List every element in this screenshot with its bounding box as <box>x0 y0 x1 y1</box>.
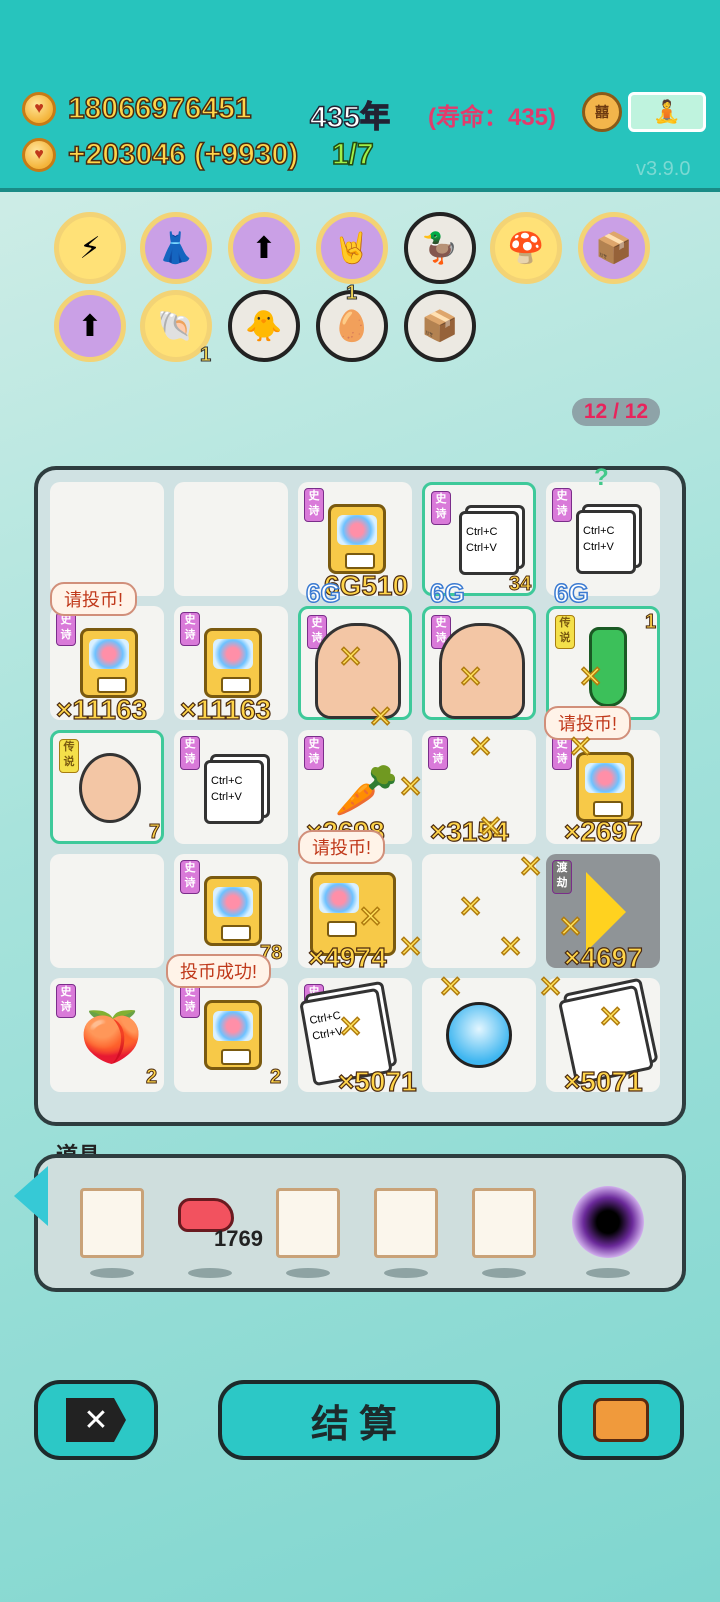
carrot-icon: 🥕 <box>334 762 399 820</box>
board-cell-peach[interactable]: 史诗 🍑 2 <box>50 978 164 1092</box>
seal-icon[interactable]: 囍 <box>582 92 622 132</box>
tool-shadow <box>586 1268 630 1278</box>
insert-coin-bubble: 请投币! <box>50 582 138 616</box>
chick-icon[interactable]: 🐥 <box>228 290 300 362</box>
epic-tag: 史诗 <box>180 860 200 894</box>
gacha-machine-icon <box>328 504 386 574</box>
skirt-icon[interactable]: 👗 <box>140 212 212 284</box>
capsule-up-icon[interactable]: ⬆ <box>54 290 126 362</box>
shell-count: 1 <box>199 344 212 367</box>
coin-icon: ♥ <box>22 92 56 126</box>
cell-value: ×11163 <box>55 693 148 725</box>
epic-tag: 史诗 <box>180 736 200 770</box>
insert-coin-bubble: 请投币! <box>298 830 386 864</box>
tool-shadow <box>90 1268 134 1278</box>
legend-tag: 传说 <box>59 739 79 773</box>
epic-tag: 史诗 <box>180 984 200 1018</box>
peach-icon: 🍑 <box>80 1009 143 1065</box>
board-cell-copy[interactable]: 史诗 Ctrl+CCtrl+V <box>174 730 288 844</box>
tent-icon[interactable] <box>276 1188 340 1258</box>
rock-hand-icon[interactable]: 🤘 <box>316 212 388 284</box>
epic-tag: 史诗 <box>552 488 572 522</box>
cell-value: ×4697 <box>563 941 643 973</box>
close-icon: ✕ <box>66 1398 126 1442</box>
tissue-box-icon[interactable]: 📦 <box>404 290 476 362</box>
crossing-tag: 渡劫 <box>552 860 572 894</box>
cell-value: ×4974 <box>307 941 387 973</box>
copy-paste-icon: Ctrl+C Ctrl+V <box>576 510 636 574</box>
epic-tag: 史诗 <box>180 612 200 646</box>
liver-count: 1769 <box>214 1226 263 1251</box>
income-rate: +203046 (+9930) <box>67 137 299 172</box>
gen-label: 6G <box>305 577 341 609</box>
board-cell-empty[interactable] <box>50 854 164 968</box>
board-cell-empty[interactable] <box>174 482 288 596</box>
gacha-machine-icon <box>204 1000 262 1070</box>
board-cell-empty[interactable] <box>50 482 164 596</box>
black-hole-icon[interactable] <box>572 1186 644 1258</box>
blue-bowl-icon <box>446 1002 512 1068</box>
refresh-briefcase-icon <box>593 1398 649 1442</box>
insert-success-bubble: 投币成功! <box>166 954 272 988</box>
copy-paste-icon: Ctrl+C Ctrl+V <box>459 511 519 575</box>
lifespan-label: (寿命：435) <box>428 104 557 131</box>
version-label: v3.9.0 <box>636 158 691 180</box>
cell-value: ×2697 <box>563 815 643 847</box>
meditate-icon: 🧘 <box>653 99 681 124</box>
mushroom-cloud-icon[interactable]: 🍄 <box>490 212 562 284</box>
copy-paste-icon[interactable] <box>374 1188 438 1258</box>
settle-label: 结算 <box>310 1403 407 1446</box>
epic-tag: 史诗 <box>428 736 448 770</box>
grid-capacity: 12 / 12 <box>572 398 660 426</box>
epic-tag: 史诗 <box>304 736 324 770</box>
tool-shadow <box>482 1268 526 1278</box>
lightning-icon[interactable]: ⚡ <box>54 212 126 284</box>
stage-progress: 1/7 <box>331 137 374 172</box>
arrow-pointer-icon <box>586 872 626 952</box>
cell-value: 2 <box>269 1066 282 1089</box>
cell-value: ×5071 <box>337 1065 417 1097</box>
gacha-machine-icon <box>204 628 262 698</box>
gacha-machine-icon <box>80 628 138 698</box>
legend-tag: 传说 <box>555 615 575 649</box>
gen-label: 6G <box>429 577 465 609</box>
printer-icon[interactable] <box>80 1188 144 1258</box>
cell-value: 2 <box>145 1066 158 1089</box>
cell-value: 7 <box>148 821 161 844</box>
cell-value: ×5071 <box>563 1065 643 1097</box>
epic-tag: 史诗 <box>304 488 324 522</box>
cell-value: 1 <box>644 611 657 634</box>
tissue-box-icon[interactable]: 📦 <box>578 212 650 284</box>
income-coin-icon: ♥ <box>22 138 56 172</box>
tools-panel: 1769 <box>34 1154 686 1292</box>
board-cell-oldman[interactable]: 传说 7 <box>50 730 164 844</box>
age-years: 435年 <box>309 100 391 135</box>
meditate-button[interactable]: 🧘 <box>628 92 706 132</box>
tool-shadow <box>286 1268 330 1278</box>
copy-paste-icon: Ctrl+C Ctrl+V <box>204 760 264 824</box>
gen-label: 6G <box>553 577 589 609</box>
refresh-briefcase-button[interactable] <box>558 1380 684 1460</box>
tool-shadow <box>384 1268 428 1278</box>
bald-man-icon <box>79 753 141 823</box>
tools-scroll-left-button[interactable] <box>14 1166 48 1226</box>
cell-value: ×11163 <box>179 693 272 725</box>
question-mark: ? <box>594 464 609 491</box>
settle-button[interactable]: 结算 <box>218 1380 500 1460</box>
epic-tag: 史诗 <box>56 984 76 1018</box>
gacha-machine-icon <box>204 876 262 946</box>
epic-tag: 史诗 <box>56 612 76 646</box>
egg-tray-count: 1 <box>345 282 358 305</box>
coin-total: 18066976451 <box>67 91 252 126</box>
epic-tag: 史诗 <box>431 491 451 525</box>
top-status-bar: ♥ 18066976451 435年 (寿命：435) 囍 🧘 ♥ +20304… <box>0 0 720 192</box>
board-cell-vending[interactable]: 史诗 2 <box>174 978 288 1092</box>
pot-duck-icon[interactable]: 🦆 <box>404 212 476 284</box>
close-button[interactable]: ✕ <box>34 1380 158 1460</box>
tool-shadow <box>188 1268 232 1278</box>
copy-paste-icon[interactable] <box>472 1188 536 1258</box>
capsule-up-icon[interactable]: ⬆ <box>228 212 300 284</box>
game-board: 史诗 6G510 史诗 Ctrl+C Ctrl+V 34 史诗 Ctrl+C Ctr… <box>34 464 686 1126</box>
cell-value: 34 <box>508 573 532 596</box>
